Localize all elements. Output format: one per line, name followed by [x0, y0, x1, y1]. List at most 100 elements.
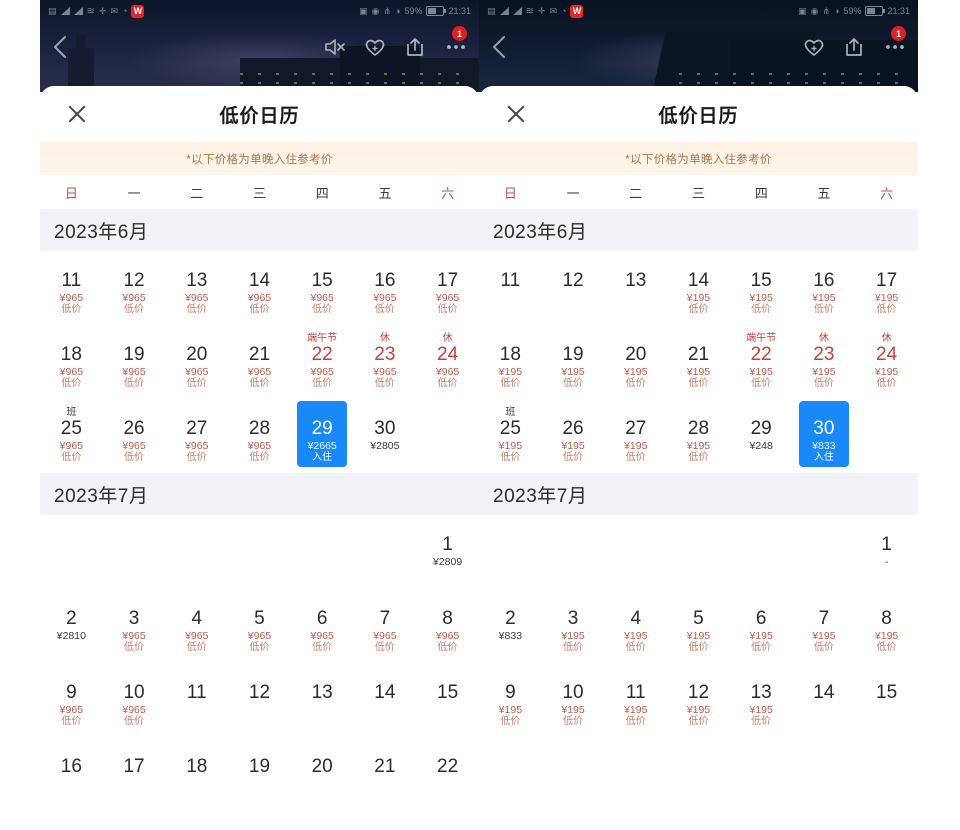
- calendar-day-cell[interactable]: 18 ¥195 低价: [479, 325, 542, 399]
- calendar-day-cell[interactable]: 12: [542, 251, 605, 325]
- calendar-day-cell[interactable]: 休 24 ¥195 低价: [855, 325, 918, 399]
- calendar-day-cell[interactable]: 3 ¥195 低价: [542, 589, 605, 663]
- close-icon[interactable]: [66, 103, 88, 125]
- calendar-day-cell[interactable]: 11 ¥195 低价: [604, 663, 667, 737]
- share-icon[interactable]: [842, 36, 866, 63]
- calendar-day-cell[interactable]: 13 ¥195 低价: [730, 663, 793, 737]
- calendar-day-cell[interactable]: 休 24 ¥965 低价: [416, 325, 479, 399]
- calendar-day-cell[interactable]: 15: [416, 663, 479, 737]
- calendar-day-cell[interactable]: 端午节 22 ¥965 低价: [291, 325, 354, 399]
- calendar-day-cell[interactable]: 12 ¥195 低价: [667, 663, 730, 737]
- calendar-day-cell[interactable]: 13 ¥965 低价: [165, 251, 228, 325]
- calendar-day-cell[interactable]: 19: [228, 737, 291, 811]
- calendar-day-cell[interactable]: 15 ¥965 低价: [291, 251, 354, 325]
- calendar-day-cell[interactable]: 29 ¥2665 入住: [291, 399, 354, 473]
- calendar-day-cell[interactable]: 5 ¥195 低价: [667, 589, 730, 663]
- close-icon[interactable]: [505, 103, 527, 125]
- calendar-day-cell[interactable]: 30 ¥833 入住: [793, 399, 856, 473]
- calendar-day-cell[interactable]: 17 ¥965 低价: [416, 251, 479, 325]
- day-price: ¥965: [122, 704, 146, 716]
- heart-plus-icon[interactable]: [802, 36, 826, 63]
- calendar-day-cell[interactable]: 1 ¥2809: [416, 515, 479, 589]
- calendar-day-cell[interactable]: 27 ¥965 低价: [165, 399, 228, 473]
- calendar-day-cell[interactable]: 9 ¥965 低价: [40, 663, 103, 737]
- day-price: ¥965: [435, 292, 460, 304]
- day-number: 10: [562, 682, 584, 703]
- calendar-day-cell[interactable]: 端午节 22 ¥195 低价: [730, 325, 793, 399]
- calendar-day-cell[interactable]: 20: [291, 737, 354, 811]
- calendar-day-cell[interactable]: 9 ¥195 低价: [479, 663, 542, 737]
- clock-icon: ▤: [487, 5, 496, 16]
- calendar-day-cell[interactable]: 16 ¥195 低价: [793, 251, 856, 325]
- calendar-day-cell[interactable]: 22: [416, 737, 479, 811]
- calendar-day-cell[interactable]: 26 ¥195 低价: [542, 399, 605, 473]
- calendar-day-cell[interactable]: 15 ¥195 低价: [730, 251, 793, 325]
- calendar-day-cell[interactable]: 休 23 ¥195 低价: [793, 325, 856, 399]
- calendar-day-cell[interactable]: 7 ¥965 低价: [354, 589, 417, 663]
- calendar-day-cell[interactable]: 18 ¥965 低价: [40, 325, 103, 399]
- calendar-day-cell[interactable]: 17 ¥195 低价: [855, 251, 918, 325]
- calendar-day-cell[interactable]: 14 ¥965 低价: [228, 251, 291, 325]
- calendar-day-cell[interactable]: 14: [793, 663, 856, 737]
- calendar-day-cell[interactable]: 19 ¥195 低价: [542, 325, 605, 399]
- calendar-day-cell[interactable]: 3 ¥965 低价: [103, 589, 166, 663]
- calendar-day-cell[interactable]: 17: [103, 737, 166, 811]
- calendar-day-cell[interactable]: 10 ¥965 低价: [103, 663, 166, 737]
- calendar-day-cell[interactable]: 18: [165, 737, 228, 811]
- weekday-label-4: 四: [754, 185, 768, 201]
- calendar-day-cell[interactable]: 29 ¥248: [730, 399, 793, 473]
- share-icon[interactable]: [403, 36, 427, 63]
- calendar-day-cell[interactable]: 21 ¥965 低价: [228, 325, 291, 399]
- calendar-day-cell[interactable]: 11: [479, 251, 542, 325]
- calendar-day-cell[interactable]: 21 ¥195 低价: [667, 325, 730, 399]
- calendar-day-cell[interactable]: 班 25 ¥965 低价: [40, 399, 103, 473]
- calendar-day-cell[interactable]: 休 23 ¥965 低价: [354, 325, 417, 399]
- calendar-day-cell[interactable]: 30 ¥2805: [354, 399, 417, 473]
- back-chevron-icon[interactable]: [489, 34, 509, 65]
- calendar-day-cell[interactable]: 20 ¥195 低价: [604, 325, 667, 399]
- calendar-day-cell[interactable]: 16: [40, 737, 103, 811]
- day-tag-label: [697, 333, 700, 344]
- calendar-day-cell[interactable]: 7 ¥195 低价: [793, 589, 856, 663]
- day-number: 15: [876, 682, 898, 703]
- day-tag-label: [697, 407, 700, 418]
- low-price-label: 低价: [249, 378, 270, 389]
- day-price: ¥965: [247, 630, 272, 642]
- calendar-day-cell[interactable]: 28 ¥195 低价: [667, 399, 730, 473]
- calendar-day-cell[interactable]: 19 ¥965 低价: [103, 325, 166, 399]
- calendar-day-cell[interactable]: 4 ¥965 低价: [165, 589, 228, 663]
- calendar-day-cell[interactable]: 14 ¥195 低价: [667, 251, 730, 325]
- heart-plus-icon[interactable]: [363, 36, 387, 63]
- back-chevron-icon[interactable]: [50, 34, 70, 65]
- calendar-day-cell[interactable]: 27 ¥195 低价: [604, 399, 667, 473]
- calendar-day-cell[interactable]: 11: [165, 663, 228, 737]
- calendar-day-cell[interactable]: 20 ¥965 低价: [165, 325, 228, 399]
- calendar-day-cell[interactable]: 2 ¥2810: [40, 589, 103, 663]
- calendar-day-cell[interactable]: 12 ¥965 低价: [103, 251, 166, 325]
- calendar-day-cell[interactable]: 15: [855, 663, 918, 737]
- calendar-day-cell[interactable]: 6 ¥965 低价: [291, 589, 354, 663]
- calendar-day-cell[interactable]: 6 ¥195 低价: [730, 589, 793, 663]
- calendar-day-cell[interactable]: 26 ¥965 低价: [103, 399, 166, 473]
- calendar-day-cell[interactable]: 10 ¥195 低价: [542, 663, 605, 737]
- calendar-day-cell[interactable]: 1-: [855, 515, 918, 589]
- calendar-day-cell[interactable]: 14: [354, 663, 417, 737]
- calendar-day-cell[interactable]: 13: [604, 251, 667, 325]
- calendar-day-cell[interactable]: 4 ¥195 低价: [604, 589, 667, 663]
- calendar-day-cell[interactable]: 班 25 ¥195 低价: [479, 399, 542, 473]
- calendar-day-cell[interactable]: 5 ¥965 低价: [228, 589, 291, 663]
- calendar-day-cell[interactable]: 28 ¥965 低价: [228, 399, 291, 473]
- calendar-day-cell[interactable]: 13: [291, 663, 354, 737]
- calendar-day-cell[interactable]: 21: [354, 737, 417, 811]
- window-light: [715, 82, 718, 84]
- low-price-label: 低价: [374, 642, 395, 653]
- calendar-day-cell[interactable]: 2 ¥833: [479, 589, 542, 663]
- month-title-bar: 2023年7月: [479, 473, 918, 515]
- calendar-day-cell[interactable]: 11 ¥965 低价: [40, 251, 103, 325]
- calendar-day-cell[interactable]: 8 ¥965 低价: [416, 589, 479, 663]
- calendar-day-cell[interactable]: 16 ¥965 低价: [354, 251, 417, 325]
- calendar-day-cell[interactable]: 12: [228, 663, 291, 737]
- speaker-mute-icon[interactable]: [323, 36, 347, 63]
- day-price: ¥833: [498, 630, 523, 642]
- calendar-day-cell[interactable]: 8 ¥195 低价: [855, 589, 918, 663]
